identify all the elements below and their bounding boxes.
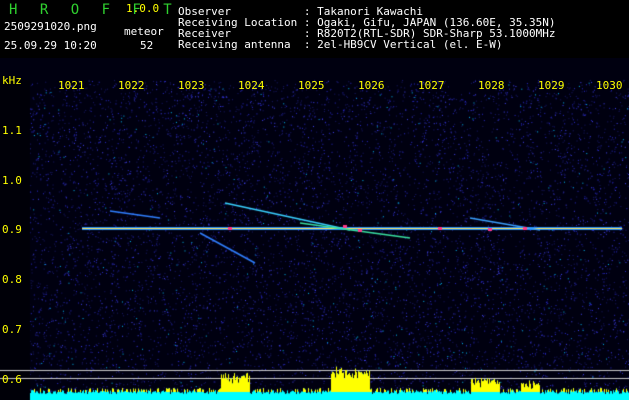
info-antenna: Receiving antenna : 2el-HB9CV Vertical (…: [178, 38, 503, 51]
header-panel: H R O F F T 1.0.0 2509291020.png 25.09.2…: [0, 0, 629, 58]
x-tick-1021: 1021: [58, 79, 85, 92]
x-tick-1030: 1030: [596, 79, 623, 92]
y-tick-0-6: 0.6: [2, 373, 22, 386]
y-tick-0-7: 0.7: [2, 323, 22, 336]
app-version: 1.0.0: [126, 2, 160, 15]
x-tick-1026: 1026: [358, 79, 385, 92]
file-name: 2509291020.png: [4, 20, 97, 33]
spectrogram-canvas: [0, 58, 629, 400]
x-tick-1027: 1027: [418, 79, 445, 92]
x-tick-1029: 1029: [538, 79, 565, 92]
x-tick-1022: 1022: [118, 79, 145, 92]
hrofft-window: H R O F F T 1.0.0 2509291020.png 25.09.2…: [0, 0, 629, 400]
y-tick-1-1: 1.1: [2, 124, 22, 137]
y-tick-0-8: 0.8: [2, 273, 22, 286]
y-unit-label: kHz: [2, 74, 22, 87]
y-tick-0-9: 0.9: [2, 223, 22, 236]
x-tick-1024: 1024: [238, 79, 265, 92]
x-tick-1025: 1025: [298, 79, 325, 92]
meteor-count: 52: [140, 39, 154, 52]
date-time: 25.09.29 10:20: [4, 39, 97, 52]
x-tick-1023: 1023: [178, 79, 205, 92]
meteor-label: meteor: [124, 25, 164, 38]
x-tick-1028: 1028: [478, 79, 505, 92]
y-tick-1-0: 1.0: [2, 174, 22, 187]
